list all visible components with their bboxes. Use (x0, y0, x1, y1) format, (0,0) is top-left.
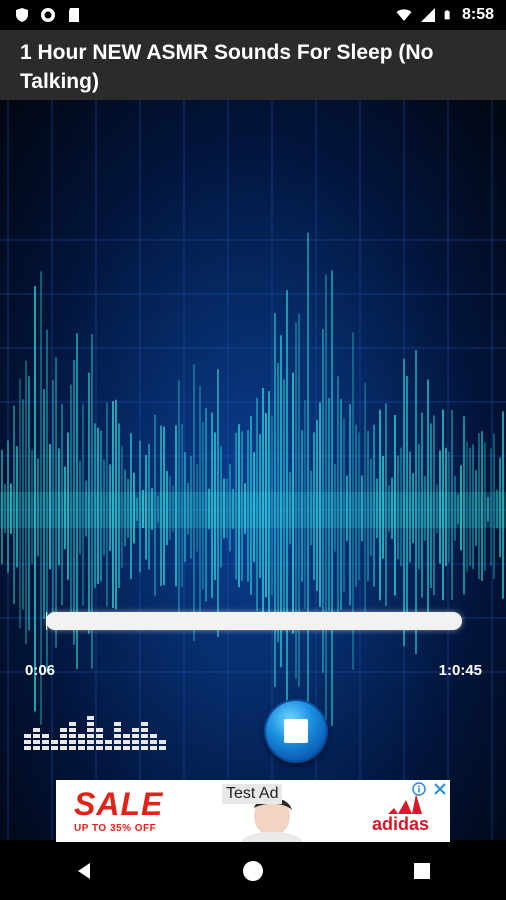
equalizer-segment (132, 734, 139, 738)
equalizer-segment (69, 722, 76, 726)
equalizer-segment (33, 746, 40, 750)
equalizer-segment (123, 740, 130, 744)
ad-brand: adidas (372, 814, 430, 834)
ad-banner[interactable]: SALE UP TO 35% OFF Test Ad adidas (56, 780, 450, 842)
equalizer-segment (69, 728, 76, 732)
status-bar: 8:58 (0, 0, 506, 30)
signal-icon (420, 8, 435, 22)
equalizer-icon (24, 716, 166, 750)
equalizer-segment (96, 728, 103, 732)
equalizer-segment (150, 740, 157, 744)
equalizer-segment (78, 734, 85, 738)
equalizer-segment (96, 734, 103, 738)
system-nav-bar (0, 842, 506, 900)
equalizer-segment (60, 734, 67, 738)
equalizer-segment (33, 728, 40, 732)
equalizer-segment (114, 728, 121, 732)
equalizer-segment (24, 746, 31, 750)
equalizer-segment (114, 722, 121, 726)
equalizer-segment (132, 740, 139, 744)
equalizer-segment (141, 728, 148, 732)
equalizer-segment (42, 740, 49, 744)
equalizer-segment (24, 734, 31, 738)
ad-subline: UP TO 35% OFF (74, 823, 157, 834)
equalizer-segment (78, 740, 85, 744)
wave-glow (0, 492, 506, 528)
stop-button[interactable] (266, 701, 326, 761)
equalizer-segment (141, 722, 148, 726)
equalizer-segment (87, 734, 94, 738)
shield-icon (16, 8, 28, 22)
equalizer-segment (150, 734, 157, 738)
equalizer-segment (141, 746, 148, 750)
home-icon (242, 861, 263, 881)
equalizer-segment (42, 734, 49, 738)
clock: 8:58 (461, 6, 494, 23)
equalizer-segment (69, 740, 76, 744)
back-icon (78, 863, 91, 879)
equalizer-segment (123, 746, 130, 750)
equalizer-segment (87, 716, 94, 720)
record-icon (41, 8, 55, 22)
page-title: 1 Hour NEW ASMR Sounds For Sleep (No Tal… (20, 41, 434, 93)
recents-icon (413, 863, 430, 879)
equalizer-segment (159, 746, 166, 750)
equalizer-segment (33, 734, 40, 738)
equalizer-segment (114, 740, 121, 744)
title-bar: 1 Hour NEW ASMR Sounds For Sleep (No Tal… (0, 30, 506, 100)
sd-card-icon (69, 8, 79, 22)
equalizer-segment (114, 734, 121, 738)
equalizer-segment (159, 740, 166, 744)
equalizer-segment (60, 746, 67, 750)
equalizer-segment (150, 746, 157, 750)
equalizer-segment (105, 740, 112, 744)
progress-bar[interactable] (46, 612, 462, 630)
stop-icon (284, 719, 308, 743)
equalizer-segment (141, 734, 148, 738)
equalizer-segment (33, 740, 40, 744)
equalizer-segment (141, 740, 148, 744)
ad-headline: SALE (74, 786, 164, 822)
info-icon[interactable] (412, 782, 426, 796)
close-icon[interactable] (433, 782, 447, 796)
equalizer-segment (51, 740, 58, 744)
elapsed-time: 0:06 (25, 662, 56, 679)
equalizer-segment (96, 740, 103, 744)
equalizer-segment (123, 734, 130, 738)
home-button[interactable] (228, 851, 278, 891)
back-button[interactable] (59, 851, 109, 891)
equalizer-segment (78, 746, 85, 750)
equalizer-segment (87, 722, 94, 726)
total-duration: 1:0:45 (438, 662, 482, 679)
equalizer-segment (69, 746, 76, 750)
test-ad-label: Test Ad (222, 784, 283, 804)
equalizer-segment (87, 728, 94, 732)
equalizer-segment (132, 746, 139, 750)
equalizer-segment (96, 746, 103, 750)
equalizer-segment (24, 740, 31, 744)
equalizer-segment (87, 740, 94, 744)
equalizer-segment (132, 728, 139, 732)
equalizer-segment (114, 746, 121, 750)
equalizer-segment (69, 734, 76, 738)
equalizer-segment (105, 746, 112, 750)
recents-button[interactable] (397, 851, 447, 891)
battery-icon (444, 10, 450, 20)
equalizer-segment (42, 746, 49, 750)
progress-fill (46, 612, 47, 630)
equalizer-segment (51, 746, 58, 750)
equalizer-segment (87, 746, 94, 750)
wifi-icon (396, 9, 412, 21)
equalizer-segment (60, 728, 67, 732)
equalizer-segment (60, 740, 67, 744)
